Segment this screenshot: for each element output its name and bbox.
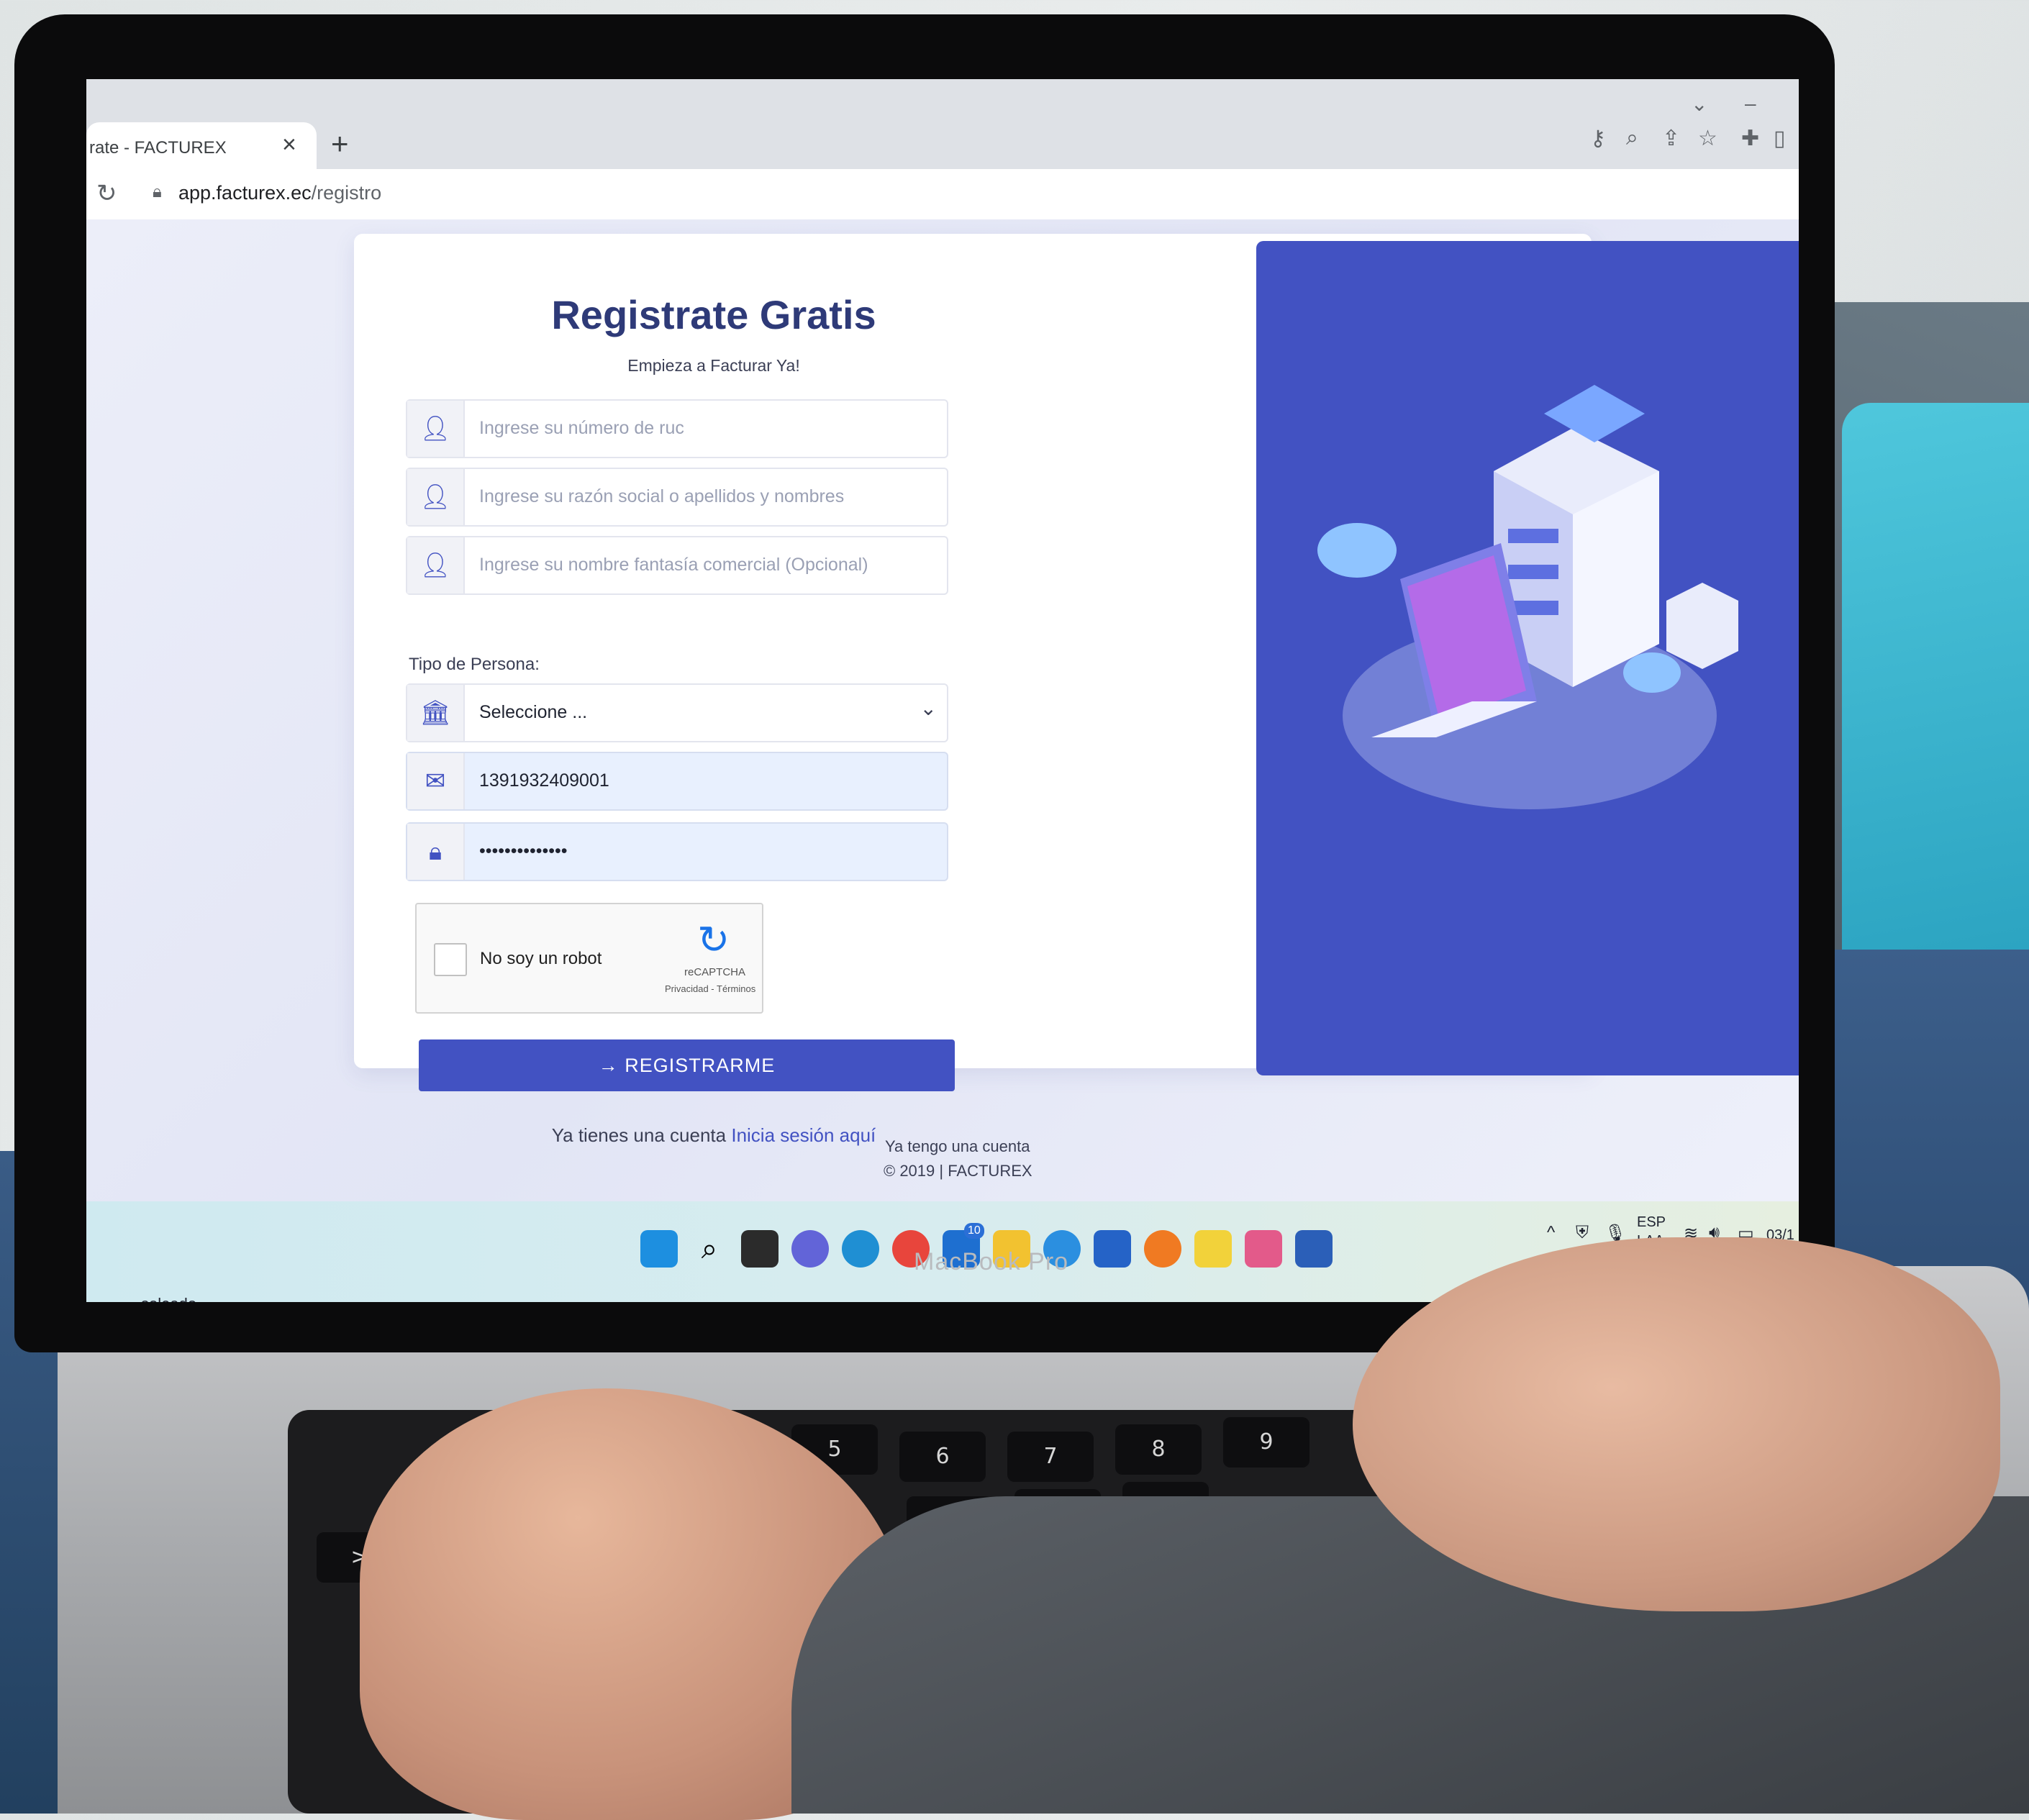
weather-text[interactable]: soleado bbox=[141, 1295, 196, 1302]
illustration-panel bbox=[1256, 241, 1799, 1075]
email-field[interactable]: ✉ 1391932409001 bbox=[406, 752, 948, 811]
sticky-notes-icon[interactable] bbox=[1194, 1230, 1232, 1268]
snipping-tool-icon[interactable] bbox=[1245, 1230, 1282, 1268]
mail-badge: 10 bbox=[964, 1223, 984, 1239]
close-icon[interactable]: × bbox=[282, 131, 296, 159]
new-tab-icon[interactable]: + bbox=[331, 127, 349, 161]
browser-tab[interactable]: rate - FACTUREX × bbox=[86, 122, 317, 169]
chevron-up-icon[interactable]: ^ bbox=[1547, 1223, 1555, 1243]
password-input[interactable]: •••••••••••••• bbox=[479, 841, 568, 862]
persona-select[interactable]: 🏛︎ Seleccione ... ⌄ bbox=[406, 683, 948, 742]
name-field[interactable]: 👤︎ Ingrese su razón social o apellidos y… bbox=[406, 468, 948, 527]
word-icon[interactable] bbox=[1295, 1230, 1333, 1268]
login-prompt-text: Ya tienes una cuenta bbox=[551, 1124, 727, 1146]
language-code[interactable]: ESP bbox=[1637, 1214, 1666, 1231]
footer-copyright: © 2019 | FACTUREX bbox=[884, 1162, 1032, 1180]
windows-start-icon[interactable] bbox=[640, 1230, 678, 1268]
lock-icon: 🔒︎ bbox=[153, 182, 162, 201]
teams-chat-icon[interactable] bbox=[791, 1230, 829, 1268]
url-path: /registro bbox=[311, 182, 382, 204]
chevron-down-icon[interactable]: ⌄ bbox=[1691, 92, 1707, 116]
user-icon: 👤︎ bbox=[407, 537, 465, 593]
ruc-field[interactable]: 👤︎ Ingrese su número de ruc bbox=[406, 399, 948, 458]
recaptcha-brand: reCAPTCHA bbox=[684, 966, 746, 978]
share-icon[interactable]: ⇪ bbox=[1662, 126, 1680, 151]
address-bar[interactable]: ↻ 🔒︎ app.facturex.ec/registro bbox=[86, 169, 1799, 220]
shield-icon[interactable]: ⛨ bbox=[1576, 1223, 1589, 1243]
page-subtitle: Empieza a Facturar Ya! bbox=[627, 356, 800, 375]
screen: rate - FACTUREX × + ⌄ – ⚷ ⌕ ⇪ ☆ ✚ ▯ ↻ 🔒︎… bbox=[86, 79, 1799, 1302]
key: 7 bbox=[1007, 1432, 1094, 1482]
extensions-icon[interactable]: ✚ bbox=[1741, 126, 1759, 151]
page-title: Registrate Gratis bbox=[551, 292, 876, 337]
browser-titlebar: rate - FACTUREX × + ⌄ – ⚷ ⌕ ⇪ ☆ ✚ ▯ bbox=[86, 79, 1799, 169]
url-text[interactable]: app.facturex.ec/registro bbox=[178, 182, 381, 204]
footer-login-link[interactable]: Ya tengo una cuenta bbox=[885, 1137, 1030, 1156]
ruc-input[interactable]: Ingrese su número de ruc bbox=[479, 418, 684, 439]
recaptcha-icon: ↻ bbox=[697, 919, 730, 962]
email-input[interactable]: 1391932409001 bbox=[479, 770, 609, 791]
recaptcha-widget: No soy un robot ↻ reCAPTCHA Privacidad -… bbox=[415, 903, 763, 1014]
search-icon[interactable]: ⌕ bbox=[691, 1230, 728, 1268]
reload-icon[interactable]: ↻ bbox=[96, 179, 117, 208]
right-hand bbox=[1353, 1237, 2000, 1611]
user-icon: 👤︎ bbox=[407, 401, 465, 457]
cushion-background bbox=[1842, 403, 2029, 978]
edge-icon[interactable] bbox=[842, 1230, 879, 1268]
user-icon: 👤︎ bbox=[407, 469, 465, 525]
sidepanel-icon[interactable]: ▯ bbox=[1774, 126, 1786, 151]
laptop-lid: rate - FACTUREX × + ⌄ – ⚷ ⌕ ⇪ ☆ ✚ ▯ ↻ 🔒︎… bbox=[14, 14, 1835, 1352]
register-button[interactable]: → REGISTRARME bbox=[419, 1039, 955, 1091]
url-host: app.facturex.ec bbox=[178, 182, 312, 204]
recaptcha-links[interactable]: Privacidad - Términos bbox=[665, 983, 755, 994]
password-field[interactable]: 🔒︎ •••••••••••••• bbox=[406, 822, 948, 881]
key: 8 bbox=[1115, 1424, 1202, 1475]
recaptcha-label: No soy un robot bbox=[480, 949, 602, 968]
zoom-icon[interactable]: ⌕ bbox=[1626, 126, 1638, 150]
lock-icon: 🔒︎ bbox=[407, 824, 465, 880]
trade-name-field[interactable]: 👤︎ Ingrese su nombre fantasía comercial … bbox=[406, 536, 948, 595]
persona-label: Tipo de Persona: bbox=[409, 655, 540, 674]
key-icon[interactable]: ⚷ bbox=[1590, 126, 1606, 151]
remote-desktop-icon[interactable] bbox=[1094, 1230, 1131, 1268]
laptop-brand: MacBook Pro bbox=[914, 1248, 1069, 1275]
firefox-icon[interactable] bbox=[1144, 1230, 1181, 1268]
server-illustration bbox=[1317, 385, 1738, 809]
envelope-icon: ✉ bbox=[407, 753, 465, 809]
login-link[interactable]: Inicia sesión aquí bbox=[731, 1124, 876, 1146]
persona-selected: Seleccione ... bbox=[479, 702, 588, 722]
bank-icon: 🏛︎ bbox=[407, 685, 465, 741]
minimize-icon[interactable]: – bbox=[1745, 92, 1756, 115]
key: 6 bbox=[899, 1432, 986, 1482]
trade-name-input[interactable]: Ingrese su nombre fantasía comercial (Op… bbox=[479, 555, 868, 575]
page-content: Registrate Gratis Empieza a Facturar Ya!… bbox=[86, 219, 1799, 1201]
task-view-icon[interactable] bbox=[741, 1230, 779, 1268]
recaptcha-checkbox[interactable] bbox=[434, 943, 467, 976]
key: 9 bbox=[1223, 1417, 1309, 1468]
register-card: Registrate Gratis Empieza a Facturar Ya!… bbox=[354, 234, 1799, 1146]
star-icon[interactable]: ☆ bbox=[1698, 126, 1717, 151]
name-input[interactable]: Ingrese su razón social o apellidos y no… bbox=[479, 486, 844, 507]
chevron-down-icon: ⌄ bbox=[920, 697, 937, 719]
tab-title: rate - FACTUREX bbox=[89, 138, 227, 158]
